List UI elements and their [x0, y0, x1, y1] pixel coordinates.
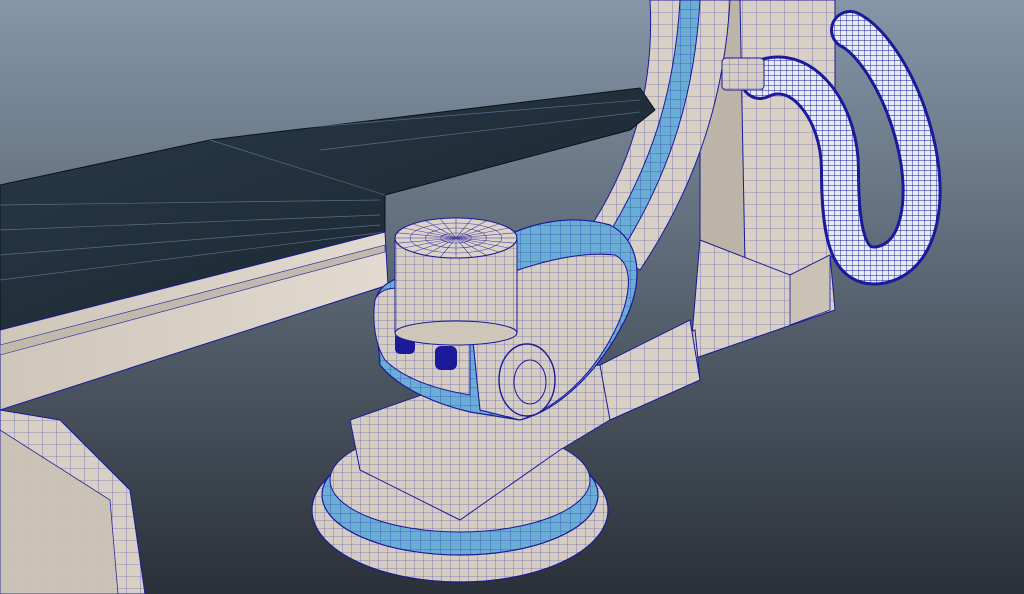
detector-cylinder[interactable] [394, 217, 518, 346]
camera-port-right [435, 346, 457, 370]
wireframe-scene[interactable] [0, 0, 1024, 594]
hose-connector [721, 57, 765, 91]
3d-viewport[interactable] [0, 0, 1024, 594]
wheel [498, 343, 556, 417]
